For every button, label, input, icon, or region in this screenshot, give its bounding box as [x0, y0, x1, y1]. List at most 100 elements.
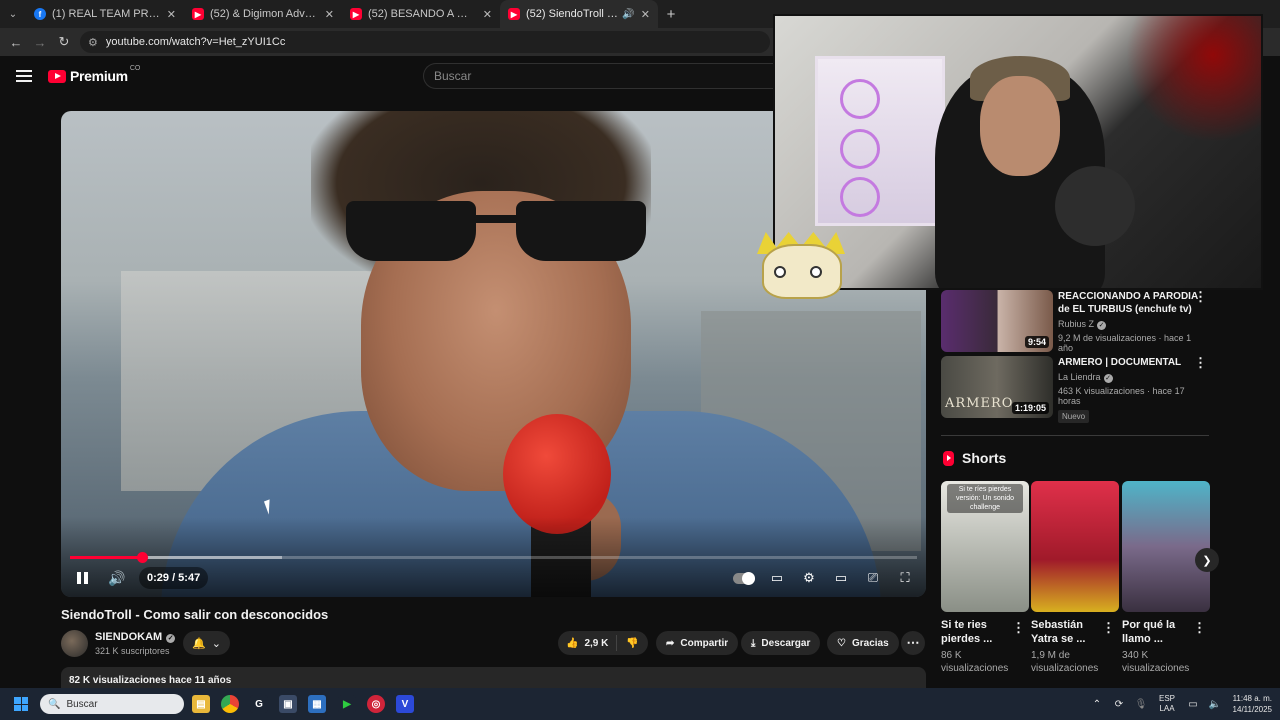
- calculator-icon[interactable]: ▦: [308, 695, 326, 713]
- chevron-down-icon: ⌄: [211, 637, 221, 650]
- short-title[interactable]: Si te ries pierdes ...: [941, 618, 1011, 646]
- like-button[interactable]: 👍 2,9 K: [558, 635, 618, 651]
- fullscreen-icon[interactable]: ⛶: [894, 567, 916, 589]
- more-options-icon[interactable]: ⋮: [1193, 621, 1206, 634]
- player-right-controls: ▭ ⚙ ▭ ⎚ ⛶: [732, 566, 916, 590]
- video-stats: 463 K visualizaciones · hace 17 horas: [1058, 386, 1185, 406]
- sidebar-divider: [941, 435, 1209, 436]
- short-thumbnail[interactable]: [1122, 481, 1210, 612]
- recommended-video[interactable]: 9:54 REACCIONANDO A PARODIA de EL TURBIU…: [941, 290, 1211, 353]
- crown-mascot-icon: [752, 232, 847, 302]
- views-and-date: 82 K visualizaciones hace 11 años: [69, 675, 232, 686]
- volume-icon[interactable]: 🔈: [1204, 699, 1226, 710]
- windows-start-icon[interactable]: [14, 697, 28, 711]
- share-label: Compartir: [680, 637, 729, 649]
- more-options-icon[interactable]: ⋮: [1194, 290, 1207, 303]
- autoplay-toggle[interactable]: [732, 567, 756, 589]
- subtitles-icon[interactable]: ▭: [766, 567, 788, 589]
- short-item[interactable]: Si te ríes pierdes versión: Un sonido ch…: [941, 481, 1029, 675]
- close-tab-icon[interactable]: ✕: [483, 8, 492, 21]
- search-placeholder: Buscar: [434, 69, 472, 83]
- close-tab-icon[interactable]: ✕: [641, 8, 650, 21]
- short-views: 86 K visualizaciones: [941, 650, 1009, 674]
- clock[interactable]: 11:48 a. m. 14/11/2025: [1226, 693, 1280, 715]
- sync-icon[interactable]: ⟳: [1108, 699, 1130, 710]
- clock-date: 14/11/2025: [1232, 705, 1272, 714]
- red-app-icon[interactable]: ◎: [367, 695, 385, 713]
- chrome-icon[interactable]: [221, 695, 239, 713]
- close-tab-icon[interactable]: ✕: [325, 8, 334, 21]
- browser-tab[interactable]: ▶ (52) BESANDO A MUJERES DES... ✕: [342, 0, 500, 28]
- menu-icon[interactable]: [16, 70, 32, 82]
- monitor-icon[interactable]: ▭: [1182, 699, 1204, 710]
- forward-icon[interactable]: →: [28, 35, 52, 50]
- duration-badge: 9:54: [1024, 336, 1049, 348]
- short-item[interactable]: Sebastián Yatra se ... 1,9 M de visualiz…: [1031, 481, 1119, 675]
- lang-line2: LAA: [1159, 704, 1175, 713]
- short-title[interactable]: Sebastián Yatra se ...: [1031, 618, 1101, 646]
- duration-badge: 1:19:05: [1011, 402, 1049, 414]
- browser-tab[interactable]: f (1) REAL TEAM PRRAS! | Facebook ✕: [26, 0, 184, 28]
- channel-name[interactable]: SIENDOKAM ✓: [95, 631, 176, 643]
- time-display: 0:29 / 5:47: [139, 567, 209, 589]
- thanks-button[interactable]: ♡ Gracias: [827, 631, 899, 655]
- short-thumbnail[interactable]: Si te ríes pierdes versión: Un sonido ch…: [941, 481, 1029, 612]
- language-indicator[interactable]: ESP LAA: [1152, 694, 1182, 714]
- recommended-video[interactable]: ARMERO 1:19:05 ARMERO | DOCUMENTAL La Li…: [941, 356, 1211, 423]
- short-overlay-text: Si te ríes pierdes versión: Un sonido ch…: [947, 484, 1023, 513]
- reload-icon[interactable]: ↻: [52, 34, 76, 50]
- youtube-premium-logo[interactable]: Premium CO: [48, 65, 140, 84]
- verified-icon: ✓: [1103, 374, 1113, 383]
- download-button[interactable]: ⤓ Descargar: [741, 631, 821, 655]
- share-button[interactable]: ➦ Compartir: [656, 631, 739, 655]
- app-window-icon[interactable]: ▣: [279, 695, 297, 713]
- speaker-icon[interactable]: 🔊: [622, 9, 634, 20]
- video-thumbnail[interactable]: ARMERO 1:19:05: [941, 356, 1053, 418]
- verified-icon: ✓: [166, 634, 176, 643]
- play-app-icon[interactable]: ▶: [338, 695, 356, 713]
- progress-bar[interactable]: [70, 552, 917, 563]
- more-options-icon[interactable]: ⋮: [1102, 621, 1115, 634]
- description-box[interactable]: 82 K visualizaciones hace 11 años: [61, 667, 926, 689]
- progress-scrubber[interactable]: [136, 552, 148, 563]
- short-title[interactable]: Por qué la llamo ...: [1122, 618, 1192, 646]
- more-options-icon[interactable]: ⋮: [1194, 356, 1207, 369]
- notification-bell-button[interactable]: 🔔 ⌄: [183, 631, 230, 655]
- video-title[interactable]: ARMERO | DOCUMENTAL: [1058, 356, 1198, 369]
- cast-icon[interactable]: ⎚: [862, 567, 884, 589]
- video-frame-microphone: [503, 414, 611, 534]
- channel-name[interactable]: Rubius Z ✓: [1058, 319, 1198, 330]
- tab-search-dropdown[interactable]: ⌄: [0, 0, 26, 28]
- video-title[interactable]: REACCIONANDO A PARODIA de EL TURBIUS (en…: [1058, 290, 1198, 316]
- channel-name[interactable]: La Liendra ✓: [1058, 372, 1198, 383]
- chevron-up-icon[interactable]: ⌃: [1086, 699, 1108, 710]
- settings-gear-icon[interactable]: ⚙: [798, 567, 820, 589]
- shorts-next-arrow-icon[interactable]: ❯: [1195, 548, 1219, 572]
- more-actions-icon[interactable]: ⋯: [901, 631, 925, 655]
- pause-button[interactable]: [73, 566, 91, 590]
- taskbar-search-input[interactable]: 🔍 Buscar: [40, 694, 184, 714]
- pc-case: [815, 56, 945, 226]
- microphone-icon[interactable]: 🎙: [1130, 699, 1152, 710]
- dislike-button[interactable]: 👎: [617, 638, 647, 649]
- search-input[interactable]: Buscar: [423, 63, 773, 89]
- browser-tab-active[interactable]: ▶ (52) SiendoTroll - Como salir... 🔊 ✕: [500, 0, 658, 28]
- file-explorer-icon[interactable]: ▤: [192, 695, 210, 713]
- short-thumbnail[interactable]: [1031, 481, 1119, 612]
- back-icon[interactable]: ←: [4, 35, 28, 50]
- streamer-face: [980, 76, 1060, 176]
- new-tab-button[interactable]: +: [658, 6, 684, 23]
- volume-icon[interactable]: 🔊: [107, 566, 127, 590]
- channel-avatar[interactable]: [61, 630, 88, 657]
- theater-mode-icon[interactable]: ▭: [830, 567, 852, 589]
- short-item[interactable]: Por qué la llamo ... 340 K visualizacion…: [1122, 481, 1210, 675]
- video-thumbnail[interactable]: 9:54: [941, 290, 1053, 352]
- app-g-icon[interactable]: G: [250, 695, 268, 713]
- url-bar[interactable]: ⚙ youtube.com/watch?v=Het_zYUI1Cc: [80, 31, 770, 53]
- lang-line1: ESP: [1158, 694, 1175, 703]
- browser-tab[interactable]: ▶ (52) & Digimon Adventure — I... ✕: [184, 0, 342, 28]
- site-info-icon[interactable]: ⚙: [88, 36, 98, 49]
- vegas-app-icon[interactable]: V: [396, 695, 414, 713]
- close-tab-icon[interactable]: ✕: [167, 8, 176, 21]
- more-options-icon[interactable]: ⋮: [1012, 621, 1025, 634]
